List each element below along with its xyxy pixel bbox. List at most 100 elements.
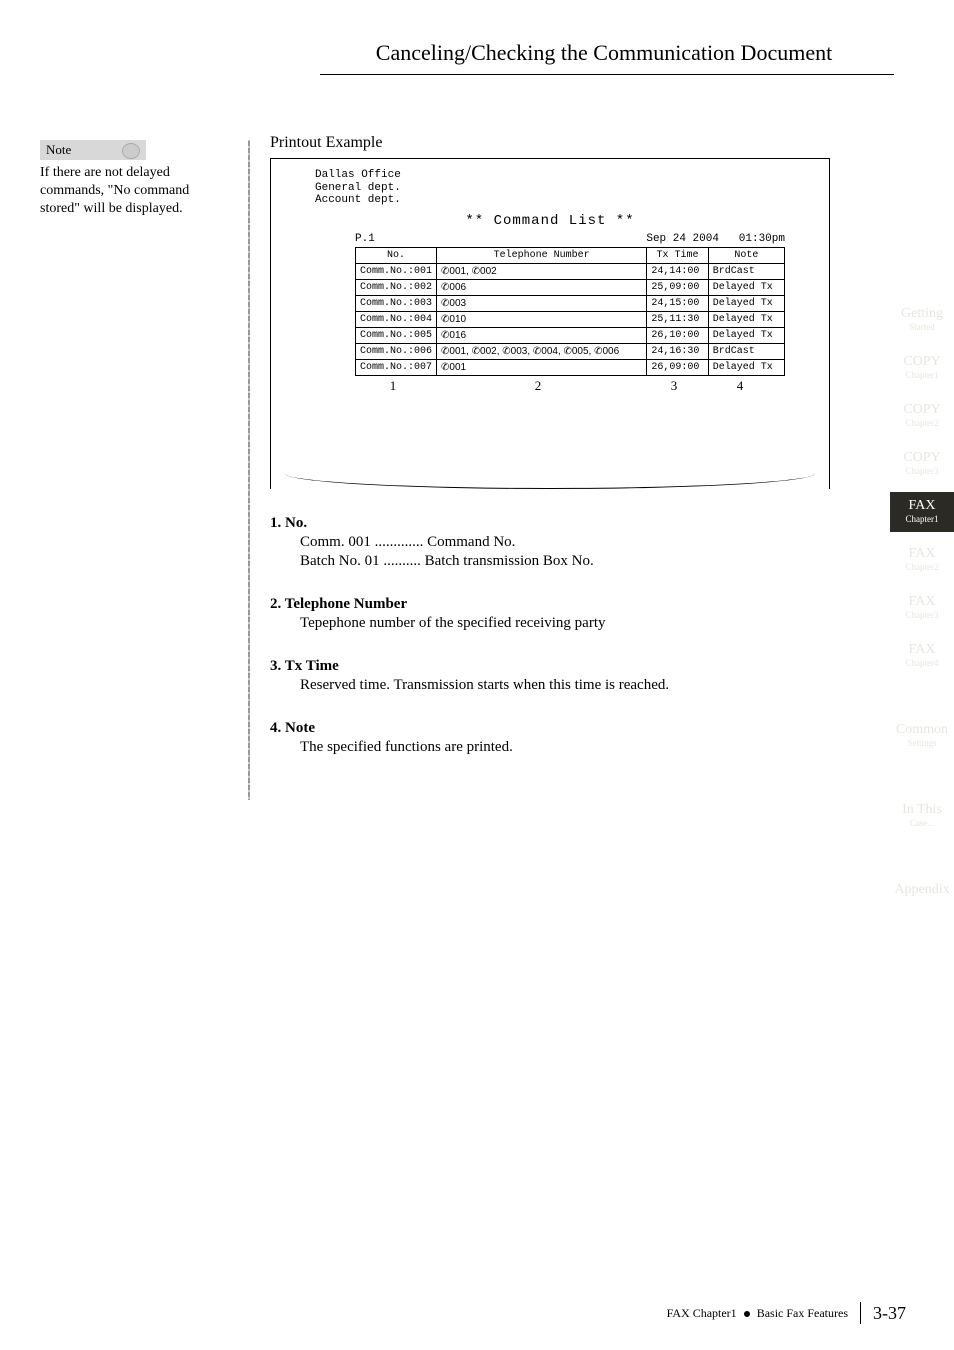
table-row: Comm.No.:001✆001, ✆00224,14:00BrdCast — [356, 263, 785, 279]
side-tab[interactable]: FAXChapter3 — [890, 588, 954, 628]
section-head: 3. Tx Time — [270, 658, 830, 675]
marker-4: 4 — [703, 378, 777, 394]
page-date-row: P.1 Sep 24 2004 01:30pm — [355, 233, 785, 245]
vertical-dotted-divider — [248, 140, 250, 800]
footer-divider — [860, 1302, 861, 1324]
tab-title: Appendix — [890, 882, 954, 898]
side-tab[interactable]: GettingStarted — [890, 300, 954, 340]
tab-subtitle: Case... — [890, 818, 954, 828]
tab-title: FAX — [890, 498, 954, 514]
col-note: Note — [708, 247, 784, 263]
section-head: 2. Telephone Number — [270, 596, 830, 613]
page-number: 3-37 — [873, 1303, 906, 1324]
table-row: Comm.No.:002✆00625,09:00Delayed Tx — [356, 279, 785, 295]
side-tab[interactable]: FAXChapter4 — [890, 636, 954, 676]
section-body-line: Tepephone number of the specified receiv… — [300, 615, 830, 632]
printout-box: Dallas Office General dept. Account dept… — [270, 158, 830, 489]
cell-note: Delayed Tx — [708, 279, 784, 295]
cell-note: BrdCast — [708, 343, 784, 359]
section-body-line: Batch No. 01 .......... Batch transmissi… — [300, 553, 830, 570]
cell-no: Comm.No.:001 — [356, 263, 437, 279]
col-no: No. — [356, 247, 437, 263]
cell-no: Comm.No.:003 — [356, 295, 437, 311]
tab-title: COPY — [890, 354, 954, 370]
printout-label: Printout Example — [270, 134, 830, 152]
title-rule — [320, 74, 894, 75]
section-body-line: Comm. 001 ............. Command No. — [300, 534, 830, 551]
side-tab[interactable]: COPYChapter2 — [890, 396, 954, 436]
section: 4. Note The specified functions are print… — [270, 720, 830, 756]
marker-3: 3 — [645, 378, 703, 394]
table-row: Comm.No.:007✆00126,09:00Delayed Tx — [356, 359, 785, 375]
section: 2. Telephone Number Tepephone number of t… — [270, 596, 830, 632]
side-tab[interactable]: FAXChapter2 — [890, 540, 954, 580]
marker-2: 2 — [431, 378, 645, 394]
note-icon — [122, 143, 140, 159]
printout-header: Dallas Office General dept. Account dept… — [315, 169, 815, 207]
footer-text-right: Basic Fax Features — [757, 1306, 848, 1320]
note-label: Note — [40, 140, 146, 160]
cell-no: Comm.No.:006 — [356, 343, 437, 359]
cell-tx: 26,10:00 — [647, 327, 708, 343]
tab-title: In This — [890, 802, 954, 818]
tab-title: FAX — [890, 642, 954, 658]
cell-tx: 24,16:30 — [647, 343, 708, 359]
cell-tel: ✆016 — [437, 327, 647, 343]
print-date: Sep 24 2004 — [646, 233, 719, 245]
tab-subtitle: Chapter2 — [890, 562, 954, 572]
table-row: Comm.No.:003✆00324,15:00Delayed Tx — [356, 295, 785, 311]
side-tab[interactable]: COPYChapter1 — [890, 348, 954, 388]
cell-note: Delayed Tx — [708, 295, 784, 311]
marker-row: 1 2 3 4 — [355, 378, 785, 394]
section-body-line: Reserved time. Transmission starts when … — [300, 677, 830, 694]
cell-no: Comm.No.:002 — [356, 279, 437, 295]
table-row: Comm.No.:004✆01025,11:30Delayed Tx — [356, 311, 785, 327]
cell-no: Comm.No.:007 — [356, 359, 437, 375]
cell-no: Comm.No.:004 — [356, 311, 437, 327]
tab-subtitle: Chapter1 — [890, 370, 954, 380]
side-tab[interactable]: Appendix — [890, 876, 954, 906]
tab-subtitle: Chapter2 — [890, 418, 954, 428]
cell-tx: 24,14:00 — [647, 263, 708, 279]
side-tab[interactable]: In ThisCase... — [890, 796, 954, 836]
right-tabs: GettingStartedCOPYChapter1COPYChapter2CO… — [890, 300, 954, 914]
main-content: Printout Example Dallas Office General d… — [270, 134, 830, 756]
tab-title: FAX — [890, 594, 954, 610]
page-curve — [285, 458, 815, 489]
col-tel: Telephone Number — [437, 247, 647, 263]
section-body-line: The specified functions are printed. — [300, 739, 830, 756]
cell-tel: ✆006 — [437, 279, 647, 295]
tab-subtitle: Started — [890, 322, 954, 332]
cell-note: BrdCast — [708, 263, 784, 279]
tab-title: Common — [890, 722, 954, 738]
col-tx: Tx Time — [647, 247, 708, 263]
header-line: Dallas Office — [315, 169, 815, 182]
cell-tx: 26,09:00 — [647, 359, 708, 375]
cell-no: Comm.No.:005 — [356, 327, 437, 343]
footer-text-left: FAX Chapter1 — [667, 1306, 737, 1320]
note-text: If there are not delayed commands, "No c… — [40, 164, 225, 219]
page-title: Canceling/Checking the Communication Doc… — [324, 40, 884, 66]
note-label-text: Note — [46, 142, 71, 157]
side-tab[interactable]: FAXChapter1 — [890, 492, 954, 532]
cell-tx: 25,09:00 — [647, 279, 708, 295]
tab-title: COPY — [890, 402, 954, 418]
tab-subtitle: Chapter1 — [890, 514, 954, 524]
table-row: Comm.No.:005✆01626,10:00Delayed Tx — [356, 327, 785, 343]
page-no: P.1 — [355, 233, 375, 245]
cell-note: Delayed Tx — [708, 359, 784, 375]
section-head: 4. Note — [270, 720, 830, 737]
marker-1: 1 — [355, 378, 431, 394]
table-header-row: No. Telephone Number Tx Time Note — [356, 247, 785, 263]
cell-tx: 25,11:30 — [647, 311, 708, 327]
bullet-icon — [744, 1311, 750, 1317]
tab-subtitle: Chapter4 — [890, 658, 954, 668]
section: 1. No.Comm. 001 ............. Command No… — [270, 515, 830, 570]
cell-tel: ✆010 — [437, 311, 647, 327]
command-table: No. Telephone Number Tx Time Note Comm.N… — [355, 247, 785, 376]
tab-subtitle: Chapter3 — [890, 610, 954, 620]
print-time: 01:30pm — [739, 233, 785, 245]
side-tab[interactable]: COPYChapter3 — [890, 444, 954, 484]
side-tab[interactable]: CommonSettings — [890, 716, 954, 756]
command-list-title: ** Command List ** — [285, 213, 815, 229]
